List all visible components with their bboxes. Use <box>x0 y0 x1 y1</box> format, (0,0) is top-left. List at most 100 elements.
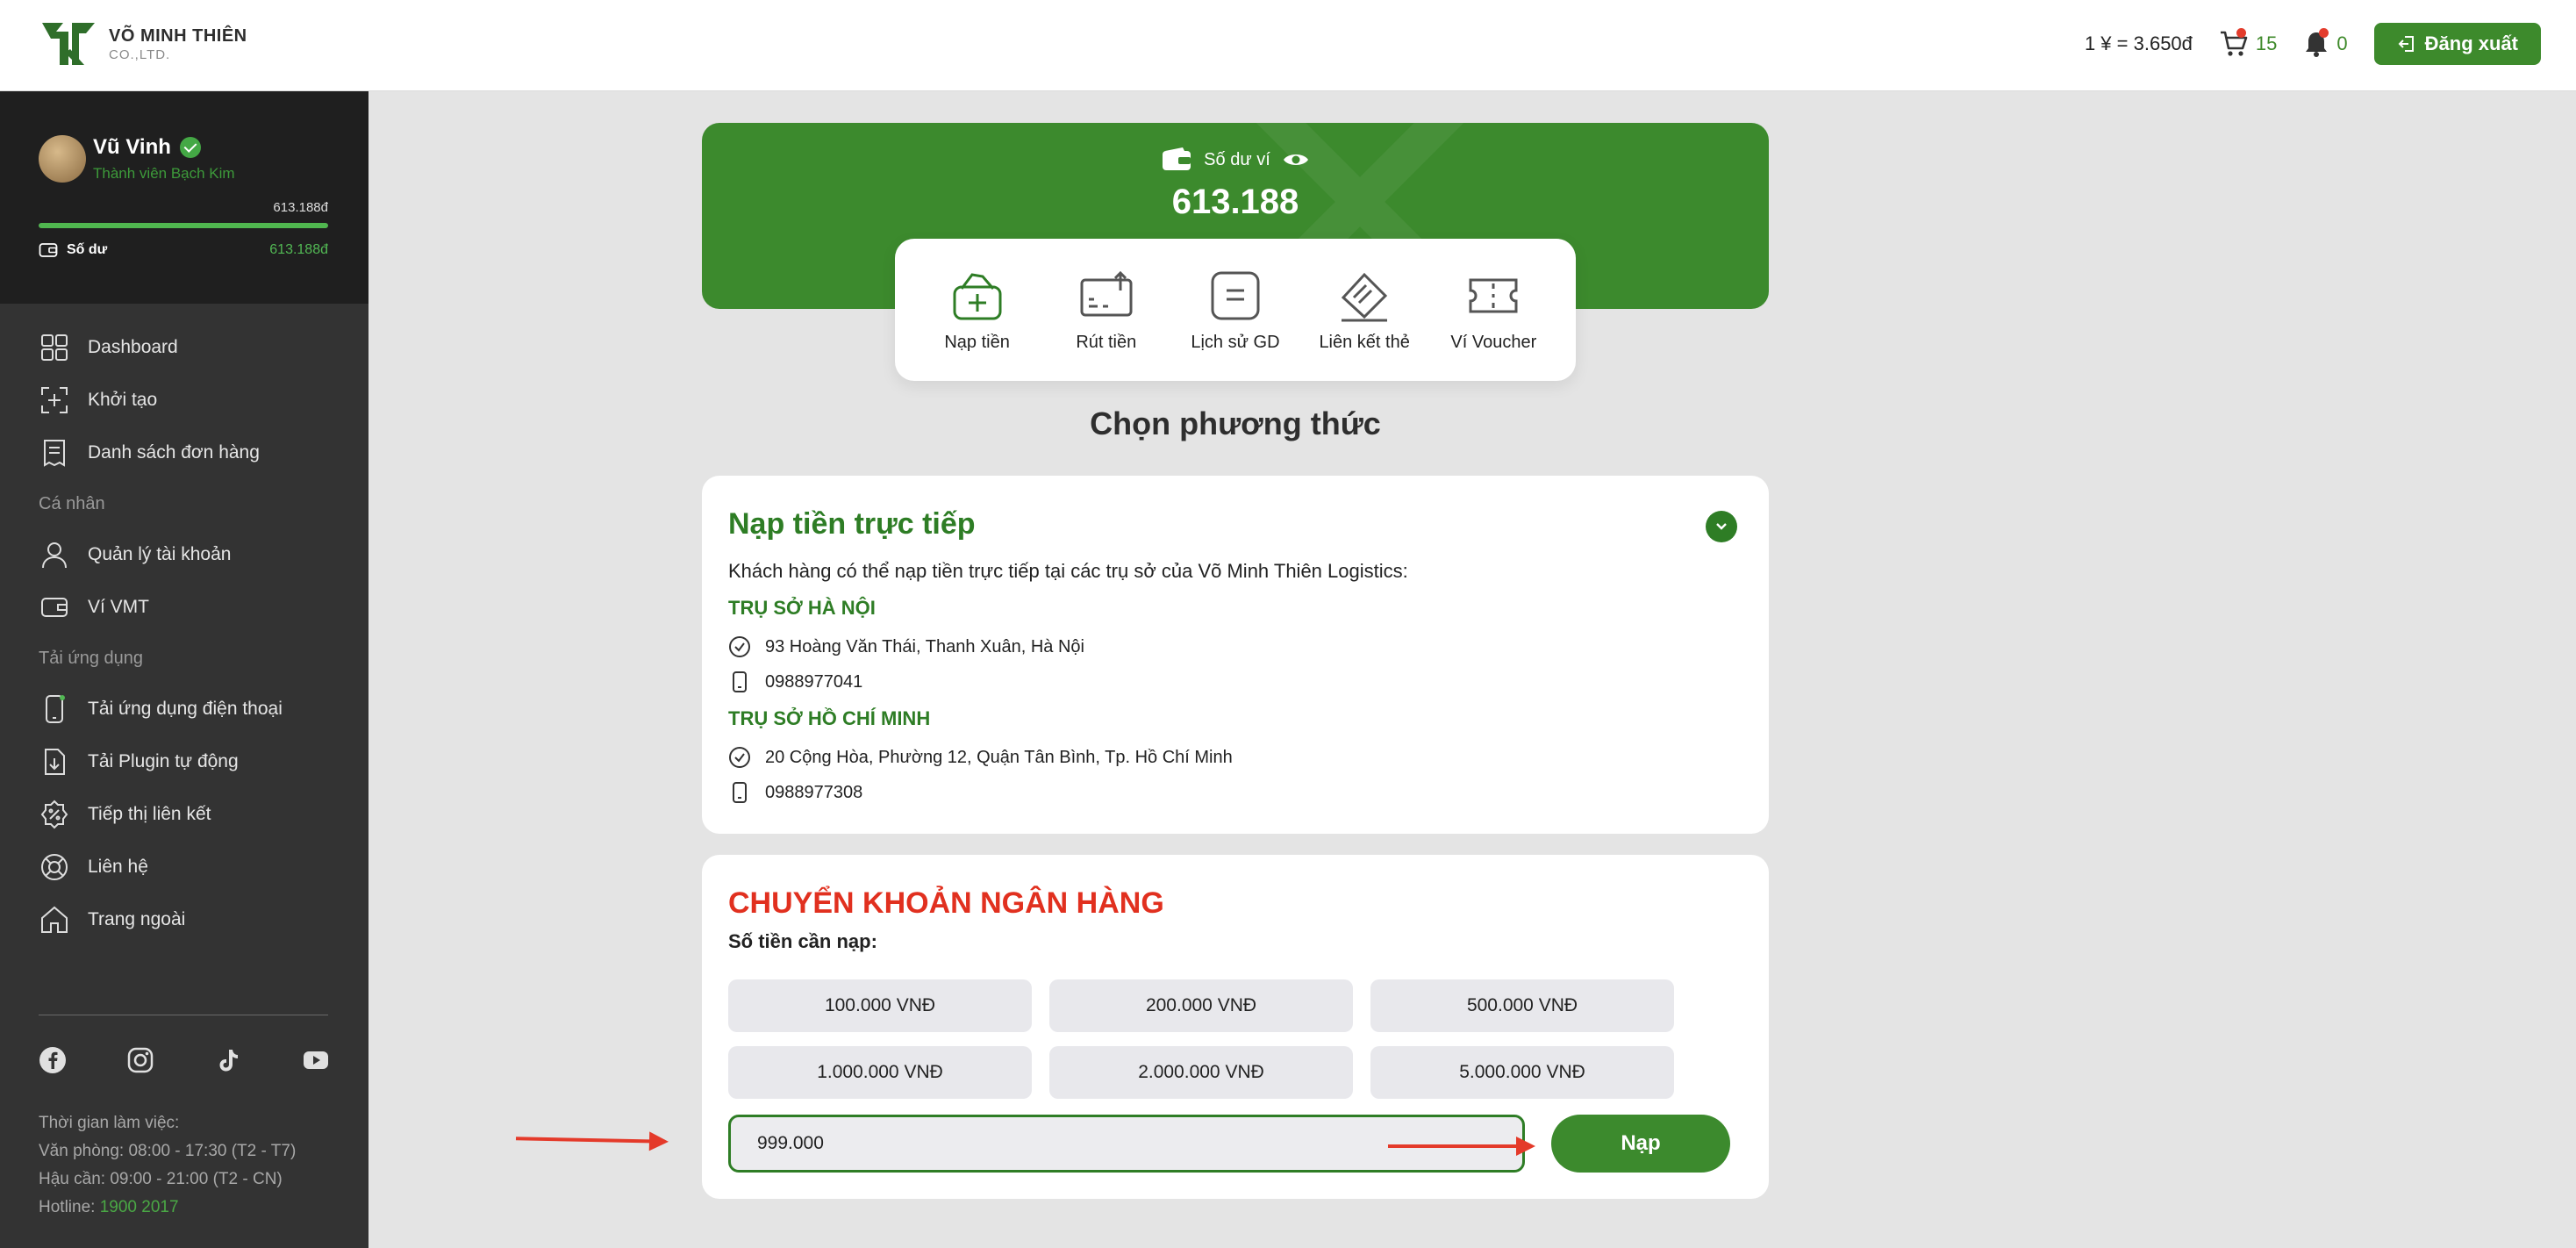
user-name-row: Vũ Vinh <box>93 135 201 160</box>
sidebar-item-plugin[interactable]: Tải Plugin tự động <box>0 735 369 788</box>
sidebar-item-orders[interactable]: Danh sách đơn hàng <box>0 427 369 479</box>
balance-value: 613.188đ <box>269 242 328 257</box>
logistics-hours: Hậu cần: 09:00 - 21:00 (T2 - CN) <box>39 1170 283 1188</box>
nav-section-apps: Tải ứng dụng <box>39 648 144 668</box>
hcm-phone-row: 0988977308 <box>728 781 862 804</box>
nav-section-personal: Cá nhân <box>39 493 105 513</box>
link-card-label: Liên kết thẻ <box>1319 332 1410 352</box>
sidebar: Vũ Vinh Thành viên Bạch Kim 613.188đ Số … <box>0 91 369 1248</box>
withdraw-action[interactable]: Rút tiền <box>1045 268 1168 353</box>
sidebar-item-affiliate[interactable]: Tiếp thị liên kết <box>0 788 369 841</box>
amount-label: Số tiền cần nạp: <box>728 930 877 952</box>
phone-icon <box>733 671 747 692</box>
sidebar-item-create[interactable]: Khởi tạo <box>0 374 369 427</box>
balance-row: Số dư 613.188đ <box>39 242 328 258</box>
instagram-icon[interactable] <box>126 1046 154 1074</box>
wallet-title: Số dư ví <box>1204 149 1270 169</box>
phone-icon <box>733 782 747 803</box>
chevron-down-icon <box>1716 523 1727 530</box>
youtube-icon[interactable] <box>302 1046 330 1074</box>
avatar[interactable] <box>39 135 86 183</box>
balance-progress-bar <box>39 223 328 228</box>
sidebar-item-label: Tiếp thị liên kết <box>88 804 211 824</box>
voucher-action[interactable]: Ví Voucher <box>1432 268 1555 353</box>
amount-option-button[interactable]: 500.000 VNĐ <box>1370 979 1674 1032</box>
tiktok-icon[interactable] <box>214 1046 242 1074</box>
voucher-ticket-icon <box>1469 278 1518 312</box>
balance-progress-fill <box>39 223 328 228</box>
logout-label: Đăng xuất <box>2424 32 2518 54</box>
hotline-number[interactable]: 1900 2017 <box>100 1198 179 1216</box>
sidebar-item-wallet[interactable]: Ví VMT <box>0 581 369 634</box>
cart-button[interactable]: 15 <box>2219 28 2278 58</box>
wallet-actions: Nạp tiền Rút tiền Lịch sử GD Liên kết th… <box>895 239 1576 381</box>
home-icon <box>41 906 68 933</box>
deposit-action[interactable]: Nạp tiền <box>916 268 1039 353</box>
direct-deposit-title[interactable]: Nạp tiền trực tiếp <box>728 507 976 542</box>
wallet-icon <box>1163 147 1191 170</box>
sidebar-item-dashboard[interactable]: Dashboard <box>0 321 369 374</box>
hanoi-phone[interactable]: 0988977041 <box>765 672 862 692</box>
work-hours-title: Thời gian làm việc: <box>39 1114 180 1132</box>
phone-icon <box>46 695 65 723</box>
hanoi-office-title: TRỤ SỞ HÀ NỘI <box>728 597 876 619</box>
user-name: Vũ Vinh <box>93 135 171 159</box>
balance-label: Số dư <box>67 242 108 257</box>
amount-option-button[interactable]: 2.000.000 VNĐ <box>1049 1046 1353 1099</box>
bank-transfer-card: CHUYỂN KHOẢN NGÂN HÀNG Số tiền cần nạp: … <box>702 855 1769 1199</box>
top-header: VÕ MINH THIÊN CO.,LTD. 1 ¥ = 3.650đ 15 0 <box>0 0 2576 91</box>
sidebar-item-contact[interactable]: Liên hệ <box>0 841 369 893</box>
sidebar-item-label: Trang ngoài <box>88 909 186 929</box>
sidebar-item-mobile-app[interactable]: Tải ứng dụng điện thoại <box>0 683 369 735</box>
withdraw-label: Rút tiền <box>1076 332 1137 352</box>
history-label: Lịch sử GD <box>1191 332 1280 352</box>
logo-mark-icon <box>42 23 95 65</box>
voucher-label: Ví Voucher <box>1450 332 1537 352</box>
hanoi-address-row: 93 Hoàng Văn Thái, Thanh Xuân, Hà Nội <box>728 635 1084 658</box>
logo-subtitle: CO.,LTD. <box>109 47 171 62</box>
verified-icon <box>179 137 201 158</box>
download-file-icon <box>45 749 65 775</box>
hcm-address: 20 Cộng Hòa, Phường 12, Quận Tân Bình, T… <box>765 747 1233 767</box>
link-card-action[interactable]: Liên kết thẻ <box>1303 268 1426 353</box>
annotation-arrow-to-input <box>515 1137 666 1144</box>
deposit-submit-button[interactable]: Nạp <box>1551 1115 1730 1173</box>
direct-deposit-description: Khách hàng có thể nạp tiền trực tiếp tại… <box>728 560 1408 582</box>
sidebar-item-home[interactable]: Trang ngoài <box>0 893 369 946</box>
annotation-arrow-to-submit <box>1388 1137 1535 1156</box>
amount-option-button[interactable]: 200.000 VNĐ <box>1049 979 1353 1032</box>
balance-top-value: 613.188đ <box>273 200 328 215</box>
cart-alert-dot <box>2236 28 2246 38</box>
amount-input[interactable] <box>728 1115 1525 1173</box>
check-badge-icon <box>729 747 750 768</box>
facebook-icon[interactable] <box>39 1046 67 1074</box>
social-links <box>39 1046 330 1074</box>
history-action[interactable]: Lịch sử GD <box>1174 268 1297 353</box>
amount-option-button[interactable]: 5.000.000 VNĐ <box>1370 1046 1674 1099</box>
sidebar-item-account[interactable]: Quản lý tài khoản <box>0 528 369 581</box>
withdraw-icon <box>1080 270 1133 316</box>
link-card-icon <box>1342 272 1388 321</box>
logout-button[interactable]: Đăng xuất <box>2373 23 2541 65</box>
exchange-rate: 1 ¥ = 3.650đ <box>2084 32 2193 54</box>
sidebar-item-label: Dashboard <box>88 337 178 357</box>
hcm-phone[interactable]: 0988977308 <box>765 783 862 803</box>
eye-icon[interactable] <box>1283 151 1309 169</box>
company-logo[interactable]: VÕ MINH THIÊN CO.,LTD. <box>39 18 247 70</box>
hanoi-phone-row: 0988977041 <box>728 671 862 693</box>
amount-option-button[interactable]: 100.000 VNĐ <box>728 979 1032 1032</box>
direct-deposit-card: Nạp tiền trực tiếp Khách hàng có thể nạp… <box>702 476 1769 834</box>
sidebar-item-label: Khởi tạo <box>88 390 158 410</box>
hotline-row: Hotline: 1900 2017 <box>39 1194 296 1222</box>
deposit-wallet-icon <box>953 272 1002 319</box>
cart-count: 15 <box>2255 32 2278 54</box>
amount-option-button[interactable]: 1.000.000 VNĐ <box>728 1046 1032 1099</box>
collapse-toggle-button[interactable] <box>1706 511 1737 542</box>
wallet-icon <box>41 598 68 617</box>
notification-count: 0 <box>2336 32 2348 54</box>
hcm-office-title: TRỤ SỞ HỒ CHÍ MINH <box>728 707 931 729</box>
sidebar-item-label: Tải Plugin tự động <box>88 751 239 771</box>
user-rank: Thành viên Bạch Kim <box>93 165 235 182</box>
notification-button[interactable]: 0 <box>2303 28 2348 58</box>
lifebuoy-icon <box>41 854 68 880</box>
